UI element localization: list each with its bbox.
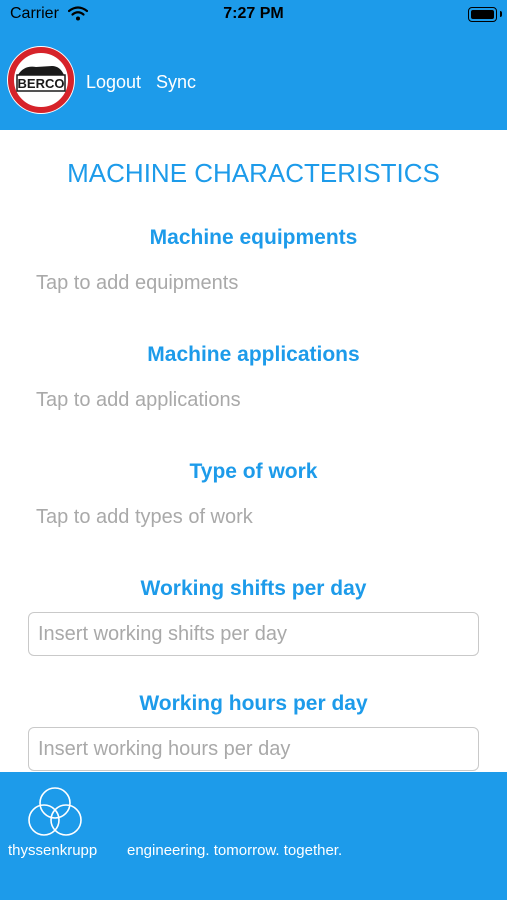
working-hours-input[interactable]: [28, 727, 479, 771]
working-hours-heading: Working hours per day: [139, 692, 368, 715]
equipments-heading: Machine equipments: [149, 226, 358, 249]
applications-heading: Machine applications: [147, 343, 360, 366]
working-shifts-heading: Working shifts per day: [140, 577, 367, 600]
status-bar: Carrier 7:27 PM: [0, 0, 507, 30]
type-of-work-heading: Type of work: [189, 460, 318, 483]
battery-icon: [468, 7, 497, 22]
company-name: thyssenkrupp: [8, 842, 98, 859]
working-shifts-input[interactable]: [28, 612, 479, 656]
thyssenkrupp-logo-icon: [28, 787, 82, 836]
add-equipments-button[interactable]: Tap to add equipments: [36, 272, 238, 295]
add-applications-button[interactable]: Tap to add applications: [36, 389, 241, 412]
top-bar: BERCO Logout Sync: [0, 30, 507, 130]
add-types-of-work-button[interactable]: Tap to add types of work: [36, 506, 253, 529]
company-slogan: engineering. tomorrow. together.: [127, 842, 343, 859]
berco-logo: BERCO: [7, 46, 75, 114]
page-title: MACHINE CHARACTERISTICS: [67, 158, 440, 188]
machine-characteristics-form: MACHINE CHARACTERISTICS Machine equipmen…: [0, 130, 507, 772]
clock: 7:27 PM: [223, 5, 284, 22]
logout-button[interactable]: Logout: [86, 72, 141, 93]
footer: thyssenkrupp engineering. tomorrow. toge…: [0, 772, 507, 900]
sync-button[interactable]: Sync: [156, 72, 196, 93]
logo-text: BERCO: [18, 76, 65, 91]
